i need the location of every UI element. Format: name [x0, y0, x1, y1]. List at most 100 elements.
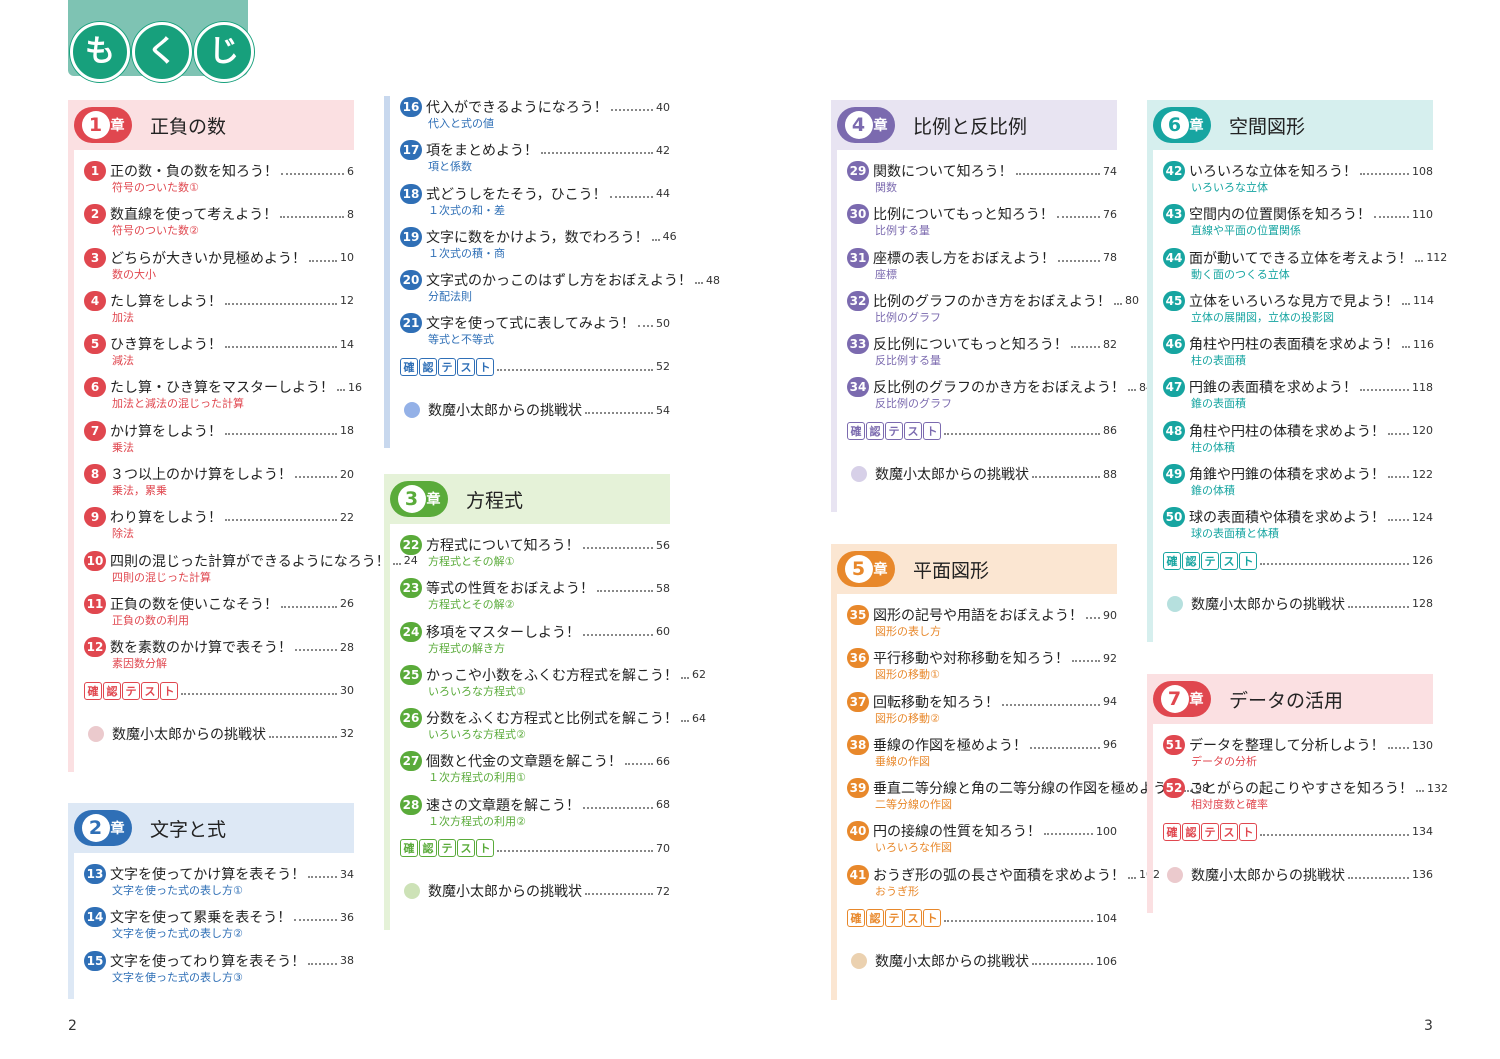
item-title: 垂直二等分線と角の二等分線の作図を極めよう！ — [873, 781, 1181, 798]
item-subtitle: 図形の表し方 — [875, 625, 941, 638]
list-item[interactable]: 43 空間内の位置関係を知ろう！ 110 直線や平面の位置関係 — [1163, 203, 1433, 246]
item-subtitle: 反比例する量 — [875, 354, 941, 368]
test-char: 確 — [847, 421, 865, 440]
dot-leader — [225, 302, 337, 305]
challenge-item[interactable]: 数魔小太郎からの挑戦状 72 — [400, 880, 670, 923]
list-item[interactable]: 17 項をまとめよう！ 42 項と係数 — [400, 139, 670, 182]
test-item[interactable]: 確認テスト 52 — [400, 356, 670, 399]
list-item[interactable]: 45 立体をいろいろな見方で見よう！ 114 立体の展開図，立体の投影図 — [1163, 290, 1434, 333]
test-item[interactable]: 確認テスト 134 — [1163, 821, 1433, 864]
test-item[interactable]: 確認テスト 86 — [847, 420, 1117, 463]
test-char: 確 — [1163, 822, 1181, 841]
item-subtitle: いろいろな方程式① — [428, 684, 526, 698]
list-item[interactable]: 9 わり算をしよう！ 22 除法 — [84, 506, 354, 549]
list-item[interactable]: 20 文字式のかっこのはずし方をおぼえよう！ 48 分配法則 — [400, 269, 720, 312]
test-page: 52 — [656, 360, 670, 374]
list-item[interactable]: 36 平行移動や対称移動を知ろう！ 92 図形の移動① — [847, 647, 1117, 690]
list-item[interactable]: 26 分数をふくむ方程式と比例式を解こう！ 64 いろいろな方程式② — [400, 707, 706, 750]
test-item[interactable]: 確認テスト 104 — [847, 907, 1117, 950]
challenge-item[interactable]: 数魔小太郎からの挑戦状 106 — [847, 950, 1117, 993]
list-item[interactable]: 4 たし算をしよう！ 12 加法 — [84, 290, 354, 333]
list-item[interactable]: 25 かっこや小数をふくむ方程式を解こう！ 62 いろいろな方程式① — [400, 664, 706, 707]
test-row: 確認テスト 52 — [400, 356, 670, 378]
list-item[interactable]: 5 ひき算をしよう！ 14 減法 — [84, 333, 354, 376]
list-item[interactable]: 8 ３つ以上のかけ算をしよう！ 20 乗法，累乗 — [84, 463, 354, 506]
list-item[interactable]: 3 どちらが大きいか見極めよう！ 10 数の大小 — [84, 247, 354, 290]
list-item[interactable]: 38 垂線の作図を極めよう！ 96 垂線の作図 — [847, 734, 1117, 777]
list-item[interactable]: 12 数を素数のかけ算で表そう！ 28 素因数分解 — [84, 636, 354, 679]
test-char: 認 — [103, 681, 121, 700]
item-page: 28 — [340, 640, 354, 654]
test-item[interactable]: 確認テスト 70 — [400, 837, 670, 880]
list-item[interactable]: 21 文字を使って式に表してみよう！ 50 等式と不等式 — [400, 312, 670, 355]
list-item[interactable]: 44 面が動いてできる立体を考えよう！ 112 動く面のつくる立体 — [1163, 247, 1447, 290]
list-item[interactable]: 48 角柱や円柱の体積を求めよう！ 120 柱の体積 — [1163, 420, 1433, 463]
list-item[interactable]: 47 円錐の表面積を求めよう！ 118 錐の表面積 — [1163, 376, 1433, 419]
item-number-badge: 29 — [847, 161, 869, 181]
dot-leader — [1032, 476, 1100, 479]
list-item[interactable]: 35 図形の記号や用語をおぼえよう！ 90 図形の表し方 — [847, 604, 1117, 647]
list-item[interactable]: 1 正の数・負の数を知ろう！ 6 符号のついた数① — [84, 160, 354, 203]
list-item[interactable]: 33 反比例についてもっと知ろう！ 82 反比例する量 — [847, 333, 1117, 376]
list-item[interactable]: 50 球の表面積や体積を求めよう！ 124 球の表面積と体積 — [1163, 506, 1433, 549]
list-item[interactable]: 41 おうぎ形の弧の長さや面積を求めよう！ 102 おうぎ形 — [847, 864, 1160, 907]
item-subtitle: 等式と不等式 — [428, 333, 494, 347]
challenge-item[interactable]: 数魔小太郎からの挑戦状 32 — [84, 723, 354, 766]
list-item[interactable]: 16 代入ができるようになろう！ 40 代入と式の値 — [400, 96, 670, 139]
list-item[interactable]: 22 方程式について知ろう！ 56 方程式とその解① — [400, 534, 670, 577]
item-number-badge: 39 — [847, 778, 869, 799]
list-item[interactable]: 51 データを整理して分析しよう！ 130 データの分析 — [1163, 734, 1433, 777]
list-item[interactable]: 29 関数について知ろう！ 74 関数 — [847, 160, 1117, 203]
test-item[interactable]: 確認テスト 126 — [1163, 550, 1433, 593]
list-item[interactable]: 46 角柱や円柱の表面積を求めよう！ 116 柱の表面積 — [1163, 333, 1434, 376]
list-item[interactable]: 31 座標の表し方をおぼえよう！ 78 座標 — [847, 247, 1117, 290]
list-item[interactable]: 2 数直線を使って考えよう！ 8 符号のついた数② — [84, 203, 354, 246]
list-item[interactable]: 32 比例のグラフのかき方をおぼえよう！ 80 比例のグラフ — [847, 290, 1139, 333]
list-item[interactable]: 30 比例についてもっと知ろう！ 76 比例する量 — [847, 203, 1117, 246]
dot-leader — [1032, 963, 1093, 966]
list-item[interactable]: 52 ことがらの起こりやすさを知ろう！ 132 相対度数と確率 — [1163, 777, 1448, 820]
list-item[interactable]: 37 回転移動を知ろう！ 94 図形の移動② — [847, 691, 1117, 734]
item-title: 角柱や円柱の体積を求めよう！ — [1189, 423, 1385, 440]
item-subtitle: １次式の積・商 — [428, 246, 505, 260]
list-item[interactable]: 23 等式の性質をおぼえよう！ 58 方程式とその解② — [400, 577, 670, 620]
test-char: 認 — [866, 421, 884, 440]
challenge-item[interactable]: 数魔小太郎からの挑戦状 54 — [400, 399, 670, 442]
test-item[interactable]: 確認テスト 30 — [84, 680, 354, 723]
list-item[interactable]: 6 たし算・ひき算をマスターしよう！ 16 加法と減法の混じった計算 — [84, 376, 362, 419]
item-subtitle: 分配法則 — [428, 290, 472, 304]
list-item[interactable]: 42 いろいろな立体を知ろう！ 108 いろいろな立体 — [1163, 160, 1433, 203]
list-item[interactable]: 24 移項をマスターしよう！ 60 方程式の解き方 — [400, 621, 670, 664]
item-page: 78 — [1103, 251, 1117, 265]
item-number-badge: 1 — [84, 161, 106, 181]
list-item[interactable]: 40 円の接線の性質を知ろう！ 100 いろいろな作図 — [847, 820, 1117, 863]
list-item[interactable]: 15 文字を使ってわり算を表そう！ 38 文字を使った式の表し方③ — [84, 950, 354, 993]
list-item[interactable]: 13 文字を使ってかけ算を表そう！ 34 文字を使った式の表し方① — [84, 863, 354, 906]
list-item[interactable]: 28 速さの文章題を解こう！ 68 １次方程式の利用② — [400, 794, 670, 837]
list-item[interactable]: 34 反比例のグラフのかき方をおぼえよう！ 84 反比例のグラフ — [847, 376, 1153, 419]
list-item[interactable]: 11 正負の数を使いこなそう！ 26 正負の数の利用 — [84, 593, 354, 636]
challenge-item[interactable]: 数魔小太郎からの挑戦状 136 — [1163, 864, 1433, 907]
list-item[interactable]: 7 かけ算をしよう！ 18 乗法 — [84, 420, 354, 463]
challenge-item[interactable]: 数魔小太郎からの挑戦状 128 — [1163, 593, 1433, 636]
item-subtitle: 図形の移動② — [875, 711, 940, 725]
item-subtitle: 乗法，累乗 — [112, 484, 167, 498]
dot-leader — [281, 173, 344, 175]
test-label: 確認テスト — [400, 839, 494, 858]
list-item[interactable]: 27 個数と代金の文章題を解こう！ 66 １次方程式の利用① — [400, 750, 670, 793]
list-item[interactable]: 19 文字に数をかけよう，数でわろう！ 46 １次式の積・商 — [400, 226, 677, 269]
challenge-item[interactable]: 数魔小太郎からの挑戦状 88 — [847, 463, 1117, 506]
item-number-badge: 5 — [84, 334, 106, 355]
list-item[interactable]: 14 文字を使って累乗を表そう！ 36 文字を使った式の表し方② — [84, 906, 354, 949]
list-item[interactable]: 10 四則の混じった計算ができるようになろう！ 24 四則の混じった計算 — [84, 550, 418, 593]
item-subtitle: データの分析 — [1191, 755, 1257, 768]
dot-leader — [337, 389, 345, 392]
item-title: 図形の記号や用語をおぼえよう！ — [873, 608, 1083, 624]
list-item[interactable]: 49 角錐や円錐の体積を求めよう！ 122 錐の体積 — [1163, 463, 1433, 506]
dot-leader — [1058, 259, 1100, 262]
chapter-number: 3 — [397, 485, 426, 513]
list-item[interactable]: 39 垂直二等分線と角の二等分線の作図を極めよう！ 98 二等分線の作図 — [847, 777, 1209, 820]
item-subtitle: 代入と式の値 — [428, 117, 494, 130]
list-item[interactable]: 18 式どうしをたそう，ひこう！ 44 １次式の和・差 — [400, 183, 670, 226]
test-row: 確認テスト 104 — [847, 907, 1117, 929]
